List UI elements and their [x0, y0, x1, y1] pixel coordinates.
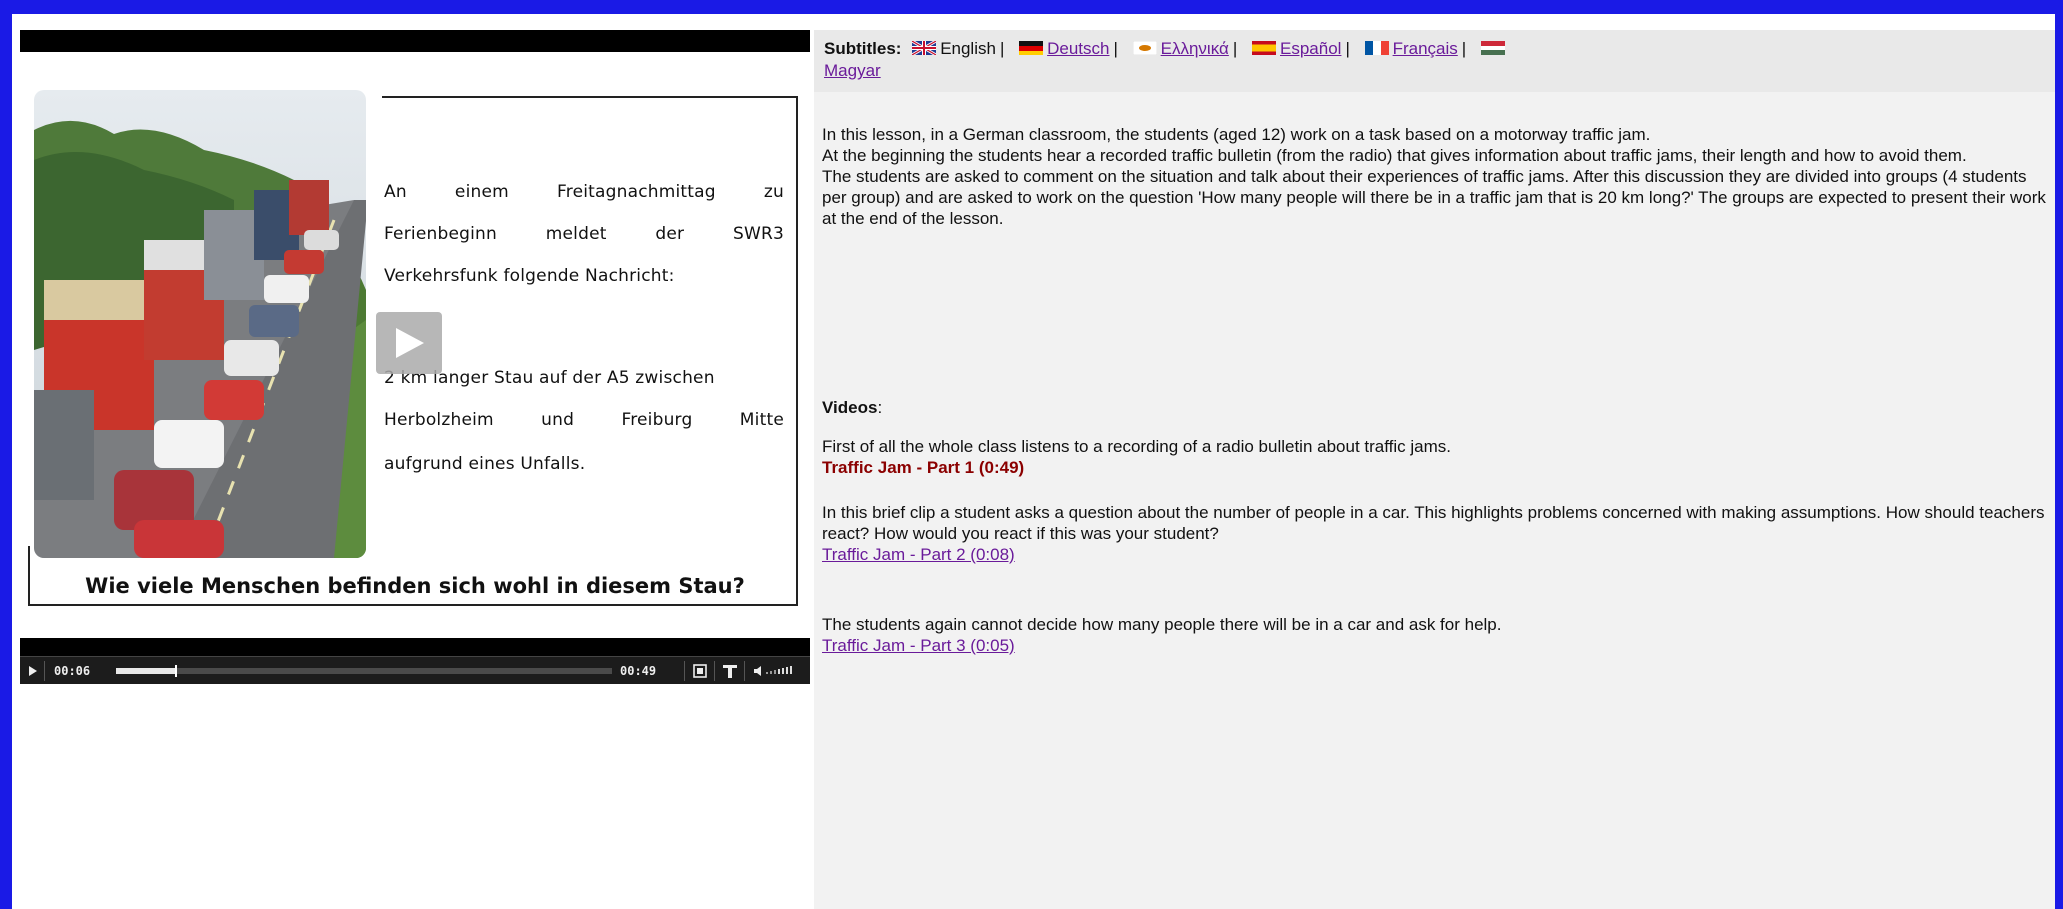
spanish-flag-icon [1252, 41, 1276, 55]
video-item: First of all the whole class listens to … [822, 436, 2050, 478]
slide-text-line: Verkehrsfunk folgende Nachricht: [384, 266, 675, 286]
slide-box-border [28, 604, 798, 606]
captions-button[interactable] [722, 657, 738, 685]
player-controls: 00:06 00:49 [20, 656, 810, 684]
divider [684, 661, 685, 681]
slide-question: Wie viele Menschen befinden sich wohl in… [85, 574, 745, 598]
slide-text-line: 2 km langer Stau auf der A5 zwischen [384, 368, 715, 388]
divider [744, 661, 745, 681]
separator: | [1345, 39, 1350, 58]
subtitles-label: Subtitles: [824, 39, 902, 58]
german-flag-icon [1019, 41, 1044, 55]
video-frame[interactable]: An einem Freitagnachmittag zu Ferienbegi… [20, 52, 810, 638]
description-paragraph: At the beginning the students hear a rec… [822, 146, 1967, 165]
video-player[interactable]: An einem Freitagnachmittag zu Ferienbegi… [20, 30, 810, 684]
player-bottom-bar [20, 638, 810, 656]
subtitle-link-greek[interactable]: Ελληνικά [1161, 39, 1229, 58]
divider [714, 661, 715, 681]
video-link-part-2[interactable]: Traffic Jam - Part 2 (0:08) [822, 544, 2050, 565]
subtitle-link-deutsch[interactable]: Deutsch [1047, 39, 1109, 58]
play-overlay-button[interactable] [376, 312, 442, 374]
volume-control[interactable] [752, 657, 800, 685]
slide-text-line: An einem Freitagnachmittag zu [384, 182, 784, 202]
video-item-text: In this brief clip a student asks a ques… [822, 503, 2045, 543]
subtitle-link-francais[interactable]: Français [1393, 39, 1458, 58]
separator: | [999, 39, 1005, 58]
separator: | [1461, 39, 1467, 58]
player-top-bar [20, 30, 810, 52]
hungarian-flag-icon [1480, 41, 1505, 55]
play-icon [396, 328, 424, 358]
slide-text-line: Ferienbeginn meldet der SWR3 [384, 224, 784, 244]
french-flag-icon [1364, 41, 1389, 55]
lesson-description: In this lesson, in a German classroom, t… [822, 124, 2050, 229]
traffic-jam-photo [34, 90, 366, 558]
separator: | [1113, 39, 1118, 58]
uk-flag-icon [912, 41, 937, 55]
videos-heading: Videos: [822, 398, 883, 417]
duration: 00:49 [620, 664, 657, 678]
description-paragraph: The students are asked to comment on the… [822, 167, 2046, 228]
video-item-text: The students again cannot decide how man… [822, 615, 1502, 634]
fullscreen-icon [693, 664, 707, 678]
fullscreen-button[interactable] [692, 657, 708, 685]
seek-bar[interactable] [116, 665, 612, 677]
slide-box-border [796, 96, 798, 606]
video-item: In this brief clip a student asks a ques… [822, 502, 2050, 565]
description-paragraph: In this lesson, in a German classroom, t… [822, 125, 1651, 144]
slide-text-line: Herbolzheim und Freiburg Mitte [384, 410, 784, 430]
captions-icon [723, 665, 737, 678]
videos-heading-text: Videos [822, 398, 878, 417]
video-link-part-3[interactable]: Traffic Jam - Part 3 (0:05) [822, 635, 2050, 656]
slide-text-line: aufgrund eines Unfalls. [384, 454, 586, 474]
subtitle-current-language: English [940, 39, 996, 58]
video-item: The students again cannot decide how man… [822, 614, 2050, 656]
subtitles-bar: Subtitles: English | Deutsch | Ελληνικά | E… [814, 30, 2055, 92]
seek-handle[interactable] [174, 665, 177, 677]
slide-box-border [28, 546, 30, 606]
subtitle-link-magyar[interactable]: Magyar [824, 61, 881, 80]
divider [44, 661, 45, 681]
separator: | [1232, 39, 1238, 58]
slide-box-border [382, 96, 798, 98]
current-time: 00:06 [54, 664, 91, 678]
seek-bar-progress [116, 668, 176, 674]
cyprus-flag-icon [1132, 41, 1157, 55]
subtitle-link-espanol[interactable]: Español [1280, 39, 1341, 58]
play-pause-button[interactable] [28, 657, 38, 685]
video-link-part-1[interactable]: Traffic Jam - Part 1 (0:49) [822, 457, 2050, 478]
lesson-panel: Subtitles: English | Deutsch | Ελληνικά | E… [814, 30, 2055, 909]
volume-icon [754, 666, 792, 676]
play-icon [29, 666, 37, 676]
video-item-text: First of all the whole class listens to … [822, 437, 1451, 456]
